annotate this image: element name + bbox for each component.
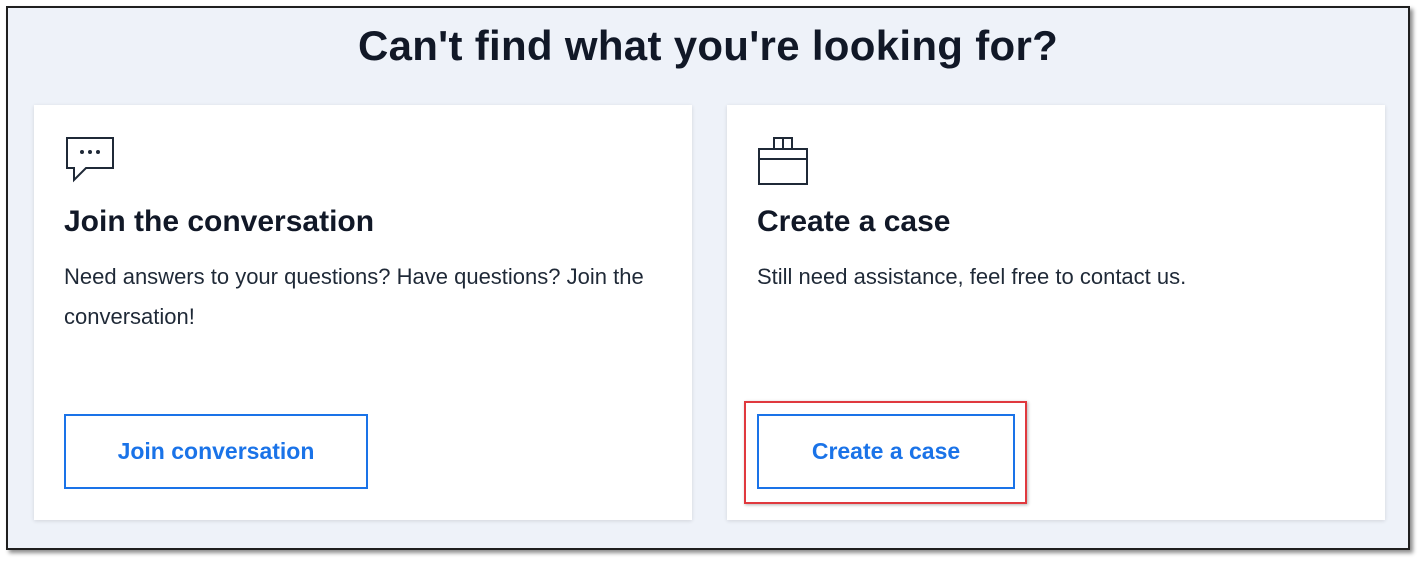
briefcase-icon [757,135,809,187]
card-description: Need answers to your questions? Have que… [64,264,644,329]
join-conversation-button[interactable]: Join conversation [64,414,368,489]
help-panel: Can't find what you're looking for? Join… [6,6,1410,550]
create-case-card: Create a case Still need assistance, fee… [727,105,1385,520]
join-conversation-card: Join the conversation Need answers to yo… [34,105,692,520]
card-title: Join the conversation [64,205,375,238]
create-case-button[interactable]: Create a case [757,414,1015,489]
card-title: Create a case [757,205,951,238]
chat-bubble-icon [64,135,116,187]
card-description: Still need assistance, feel free to cont… [757,264,1187,289]
page-title: Can't find what you're looking for? [357,22,1059,69]
